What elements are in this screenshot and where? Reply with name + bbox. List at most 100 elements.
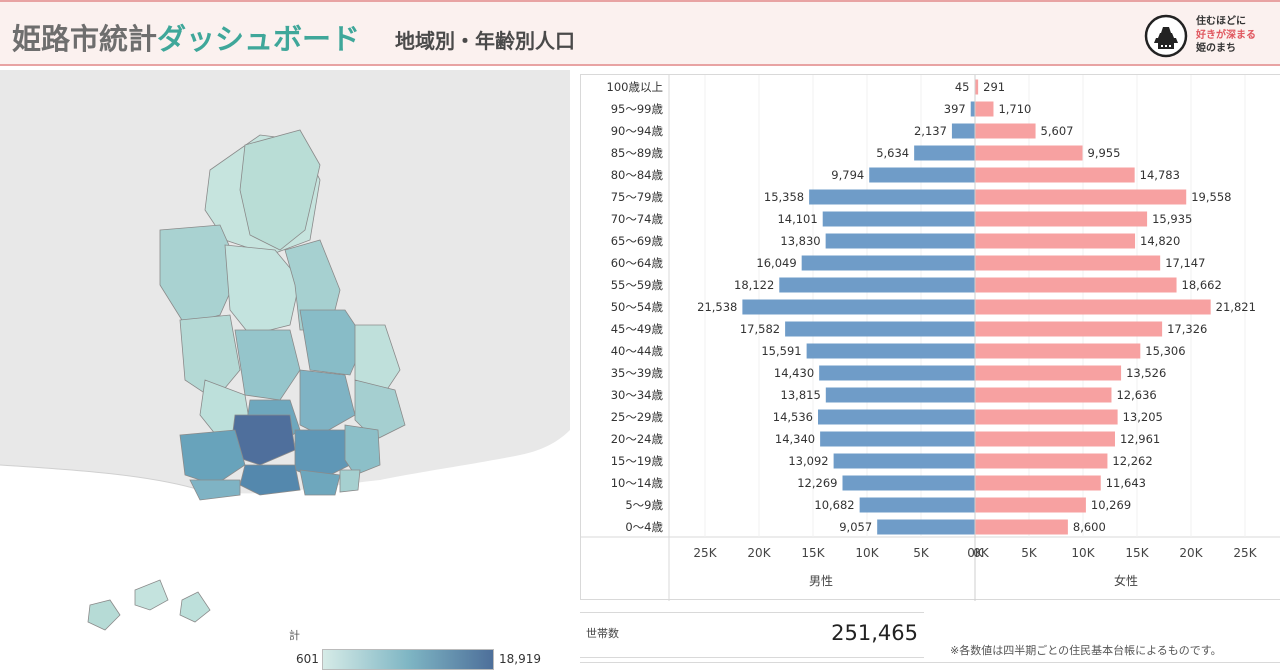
- female-axis-tick: 15K: [1125, 546, 1149, 560]
- female-axis-tick: 25K: [1233, 546, 1257, 560]
- age-group-label: 40～44歳: [611, 344, 664, 358]
- age-group-label: 95～99歳: [611, 102, 664, 116]
- male-bar[interactable]: [819, 365, 975, 381]
- households-value: 251,465: [831, 621, 918, 645]
- female-bar[interactable]: [975, 497, 1086, 513]
- male-value-label: 15,591: [761, 344, 801, 358]
- female-value-label: 13,205: [1123, 410, 1163, 424]
- dashboard-header: 姫路市統計ダッシュボード 地域別・年齢別人口 住むほどに 好きが深まる 姫のまち: [0, 0, 1280, 66]
- male-bar[interactable]: [877, 519, 975, 535]
- male-value-label: 45: [955, 80, 970, 94]
- logo-line-3: 姫のまち: [1196, 43, 1236, 54]
- male-bar[interactable]: [859, 497, 975, 513]
- female-bar[interactable]: [975, 233, 1136, 249]
- female-bar[interactable]: [975, 519, 1068, 535]
- district-coast-east[interactable]: [339, 469, 361, 493]
- population-pyramid[interactable]: 100歳以上 45 291 95～99歳 397 1,710 90～94歳 2,137 5,60…: [580, 74, 1280, 601]
- female-bar[interactable]: [975, 145, 1083, 161]
- title-part-dashboard: ダッシュボード: [157, 22, 361, 56]
- page-subtitle: 地域別・年齢別人口: [395, 29, 575, 53]
- female-value-label: 19,558: [1191, 190, 1231, 204]
- female-bar[interactable]: [975, 123, 1036, 139]
- male-bar[interactable]: [818, 409, 975, 425]
- female-axis-tick: 10K: [1071, 546, 1095, 560]
- female-value-label: 12,636: [1116, 388, 1156, 402]
- female-value-label: 18,662: [1182, 278, 1222, 292]
- male-bar[interactable]: [779, 277, 975, 293]
- male-bar[interactable]: [785, 321, 975, 337]
- male-bar[interactable]: [842, 475, 975, 491]
- female-value-label: 14,783: [1140, 168, 1180, 182]
- female-bar[interactable]: [975, 101, 994, 117]
- male-value-label: 5,634: [876, 146, 909, 160]
- female-bar[interactable]: [975, 431, 1115, 447]
- female-axis-tick: 20K: [1179, 546, 1203, 560]
- male-value-label: 16,049: [756, 256, 796, 270]
- age-group-label: 90～94歳: [611, 124, 664, 138]
- male-value-label: 12,269: [797, 476, 837, 490]
- age-group-label: 60～64歳: [611, 256, 664, 270]
- households-panel: 世帯数 251,465: [580, 612, 924, 658]
- male-value-label: 14,101: [777, 212, 817, 226]
- male-bar[interactable]: [822, 211, 975, 227]
- male-bar[interactable]: [801, 255, 975, 271]
- male-bar[interactable]: [825, 233, 975, 249]
- city-logo[interactable]: 住むほどに 好きが深まる 姫のまち: [1144, 13, 1264, 59]
- district-southeast[interactable]: [344, 424, 381, 476]
- male-bar[interactable]: [809, 189, 975, 205]
- female-value-label: 14,820: [1140, 234, 1180, 248]
- female-value-label: 13,526: [1126, 366, 1166, 380]
- age-group-label: 20～24歳: [611, 432, 664, 446]
- female-bar[interactable]: [975, 453, 1108, 469]
- logo-line-2: 好きが深まる: [1196, 29, 1256, 41]
- female-bar[interactable]: [975, 299, 1211, 315]
- female-bar[interactable]: [975, 167, 1135, 183]
- female-value-label: 5,607: [1041, 124, 1074, 138]
- male-bar[interactable]: [820, 431, 975, 447]
- female-bar[interactable]: [975, 277, 1177, 293]
- female-bar[interactable]: [975, 211, 1148, 227]
- female-value-label: 15,306: [1145, 344, 1185, 358]
- male-bar[interactable]: [806, 343, 975, 359]
- female-axis-title: 女性: [1114, 573, 1138, 588]
- district-south-1[interactable]: [239, 464, 301, 496]
- female-value-label: 10,269: [1091, 498, 1131, 512]
- district-south-2[interactable]: [299, 469, 341, 496]
- choropleth-map[interactable]: 計 601 18,919: [0, 70, 570, 670]
- male-bar[interactable]: [742, 299, 975, 315]
- female-bar[interactable]: [975, 343, 1141, 359]
- male-axis-tick: 5K: [913, 546, 930, 560]
- district-center[interactable]: [234, 329, 301, 401]
- female-bar[interactable]: [975, 409, 1118, 425]
- female-value-label: 1,710: [998, 102, 1031, 116]
- map-canvas[interactable]: [0, 70, 570, 670]
- pyramid-chart[interactable]: 100歳以上 45 291 95～99歳 397 1,710 90～94歳 2,137 5,60…: [581, 75, 1280, 601]
- legend-color-scale: [322, 649, 494, 670]
- female-bar[interactable]: [975, 365, 1122, 381]
- male-bar[interactable]: [825, 387, 975, 403]
- city-districts[interactable]: [159, 129, 406, 501]
- district-southwest[interactable]: [179, 429, 246, 486]
- female-bar[interactable]: [975, 189, 1187, 205]
- female-bar[interactable]: [975, 321, 1163, 337]
- male-axis-tick: 20K: [747, 546, 771, 560]
- logo-line-1: 住むほどに: [1196, 16, 1246, 27]
- female-value-label: 21,821: [1216, 300, 1256, 314]
- female-bar[interactable]: [975, 387, 1112, 403]
- male-bar[interactable]: [833, 453, 975, 469]
- female-bar[interactable]: [975, 255, 1161, 271]
- male-value-label: 14,430: [774, 366, 814, 380]
- age-group-label: 65～69歳: [611, 234, 664, 248]
- age-group-label: 85～89歳: [611, 146, 664, 160]
- male-bar[interactable]: [869, 167, 975, 183]
- male-bar[interactable]: [970, 101, 975, 117]
- male-value-label: 10,682: [814, 498, 854, 512]
- male-value-label: 13,830: [780, 234, 820, 248]
- male-value-label: 13,092: [788, 454, 828, 468]
- legend-title: 計: [289, 629, 300, 642]
- male-bar[interactable]: [914, 145, 975, 161]
- female-bar[interactable]: [975, 475, 1101, 491]
- male-axis-title: 男性: [809, 574, 833, 588]
- male-bar[interactable]: [951, 123, 975, 139]
- male-value-label: 15,358: [764, 190, 804, 204]
